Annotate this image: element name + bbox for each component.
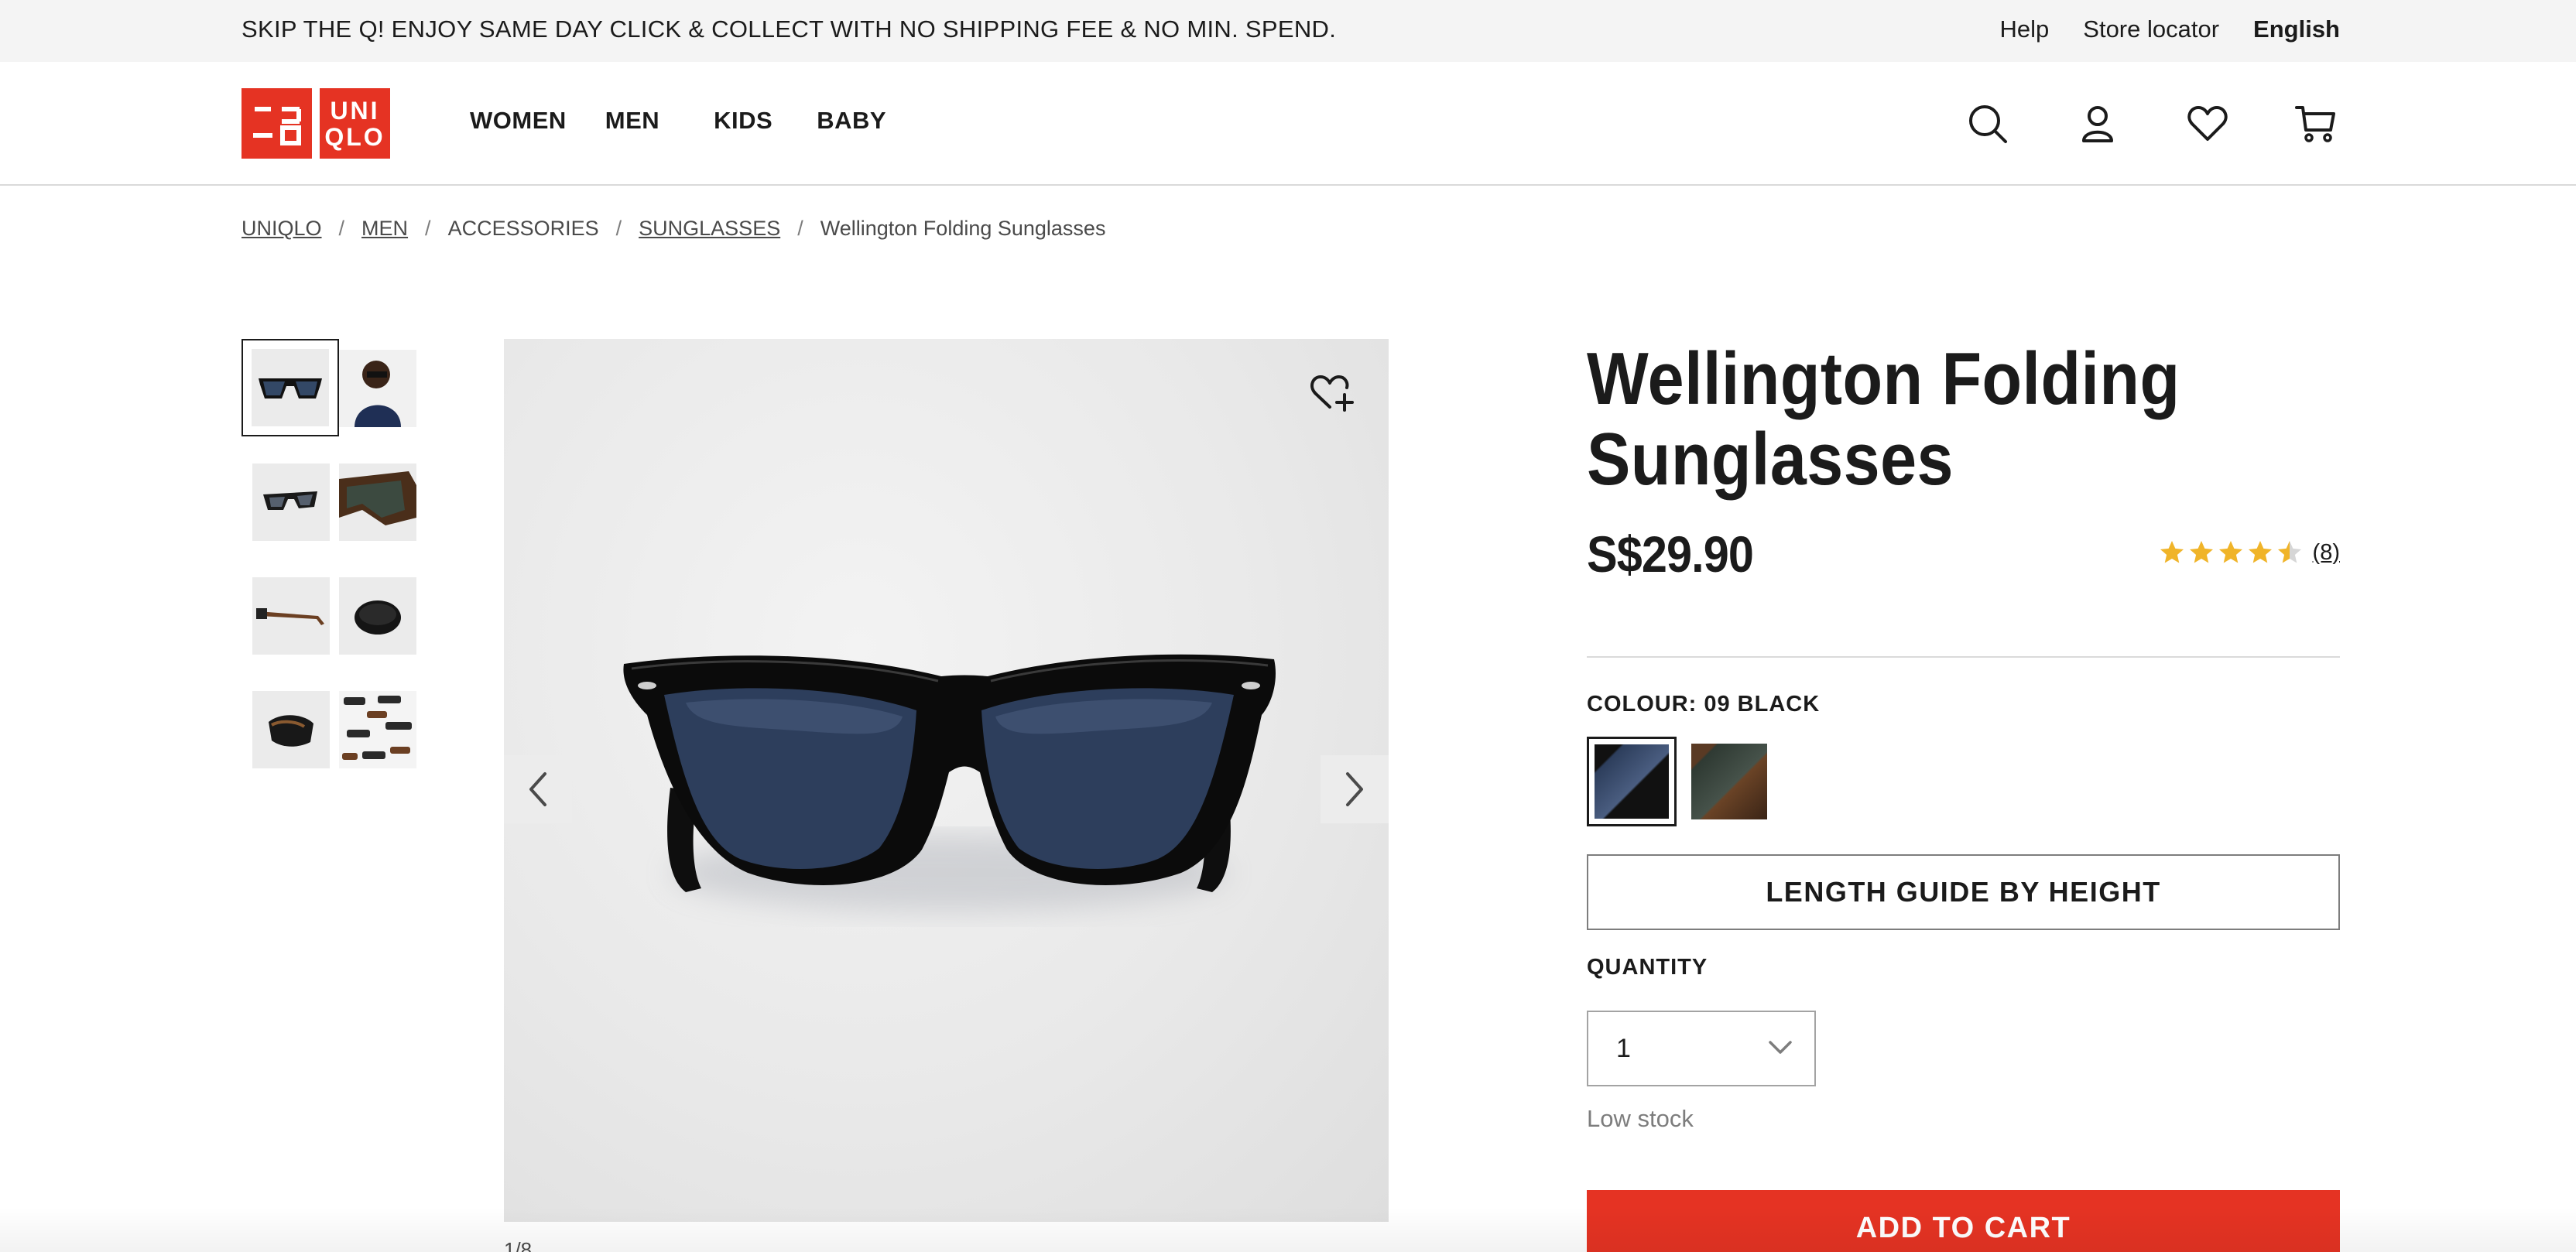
- sunglasses-image: [623, 654, 1276, 912]
- uniqlo-logo[interactable]: UNI QLO: [242, 88, 390, 159]
- site-header: UNI QLO WOMEN MEN KIDS BABY: [0, 62, 2576, 186]
- stock-status: Low stock: [1587, 1105, 1694, 1132]
- colour-swatches: [1587, 737, 1774, 826]
- logo-katakana-icon: [252, 106, 301, 145]
- breadcrumb-uniqlo[interactable]: UNIQLO: [242, 217, 322, 241]
- main-product-image[interactable]: [504, 339, 1389, 1222]
- star-icon: [2248, 541, 2272, 563]
- logo-line-2: QLO: [324, 122, 385, 151]
- product-price: S$29.90: [1587, 525, 1754, 583]
- help-link[interactable]: Help: [2000, 15, 2050, 43]
- colour-swatch-brown[interactable]: [1684, 737, 1774, 826]
- quantity-value: 1: [1616, 1033, 1631, 1063]
- thumbnail-7-folded-side[interactable]: [252, 691, 330, 768]
- colour-swatch-black[interactable]: [1587, 737, 1677, 826]
- thumbnail-8-lineup[interactable]: [339, 691, 416, 768]
- promo-text: SKIP THE Q! ENJOY SAME DAY CLICK & COLLE…: [242, 15, 1337, 43]
- nav-baby[interactable]: BABY: [817, 107, 886, 135]
- nav-men[interactable]: MEN: [605, 107, 659, 135]
- cart-icon[interactable]: [2294, 102, 2338, 145]
- thumbnail-gallery: [242, 339, 427, 794]
- breadcrumb-sunglasses[interactable]: SUNGLASSES: [639, 217, 780, 241]
- thumbnail-3-angle[interactable]: [252, 464, 330, 541]
- colour-label: COLOUR: 09 BLACK: [1587, 692, 1821, 717]
- rating-stars: [2158, 539, 2304, 566]
- nav-women[interactable]: WOMEN: [470, 107, 567, 135]
- chevron-left-icon: [529, 772, 546, 806]
- quantity-label: QUANTITY: [1587, 955, 1708, 980]
- star-icon: [2189, 541, 2213, 563]
- store-locator-link[interactable]: Store locator: [2083, 15, 2219, 43]
- main-nav: WOMEN MEN KIDS BABY: [470, 107, 886, 135]
- logo-text-box: UNI QLO: [320, 88, 390, 159]
- breadcrumb-separator: /: [615, 217, 622, 240]
- logo-line-1: UNI: [330, 96, 380, 125]
- chevron-down-icon: [1769, 1041, 1792, 1054]
- price-row: S$29.90 (8): [1587, 525, 2340, 587]
- length-guide-button[interactable]: LENGTH GUIDE BY HEIGHT: [1587, 854, 2340, 930]
- review-count-link[interactable]: (8): [2313, 540, 2340, 566]
- star-icon: [2218, 541, 2242, 563]
- logo-katakana-box: [242, 88, 312, 159]
- header-actions: [1966, 102, 2338, 145]
- search-icon[interactable]: [1966, 102, 2009, 145]
- thumbnail-6-folded[interactable]: [339, 577, 416, 655]
- thumbnail-1-front-black[interactable]: [242, 339, 339, 436]
- product-info: Wellington Folding Sunglasses S$29.90 (8…: [1587, 337, 2340, 1252]
- star-icon: [2160, 541, 2184, 563]
- quantity-select[interactable]: 1: [1587, 1011, 1816, 1086]
- add-to-cart-button[interactable]: ADD TO CART: [1587, 1190, 2340, 1252]
- swatch-brown-image: [1691, 744, 1767, 819]
- swatch-black-image: [1595, 744, 1669, 819]
- wishlist-icon[interactable]: [2186, 102, 2229, 145]
- breadcrumb-accessories: ACCESSORIES: [447, 217, 599, 240]
- thumbnail-5-side[interactable]: [252, 577, 330, 655]
- previous-image-button[interactable]: [504, 755, 572, 823]
- breadcrumb-men[interactable]: MEN: [361, 217, 408, 241]
- breadcrumb-separator: /: [425, 217, 431, 240]
- star-half-icon: [2277, 541, 2301, 563]
- utility-links: Help Store locator English: [2000, 15, 2340, 43]
- product-title: Wellington Folding Sunglasses: [1587, 337, 2180, 501]
- heart-plus-icon: [1310, 375, 1354, 412]
- language-selector[interactable]: English: [2253, 15, 2340, 43]
- thumbnail-2-model[interactable]: [339, 350, 416, 427]
- image-counter: 1/8: [504, 1238, 533, 1252]
- nav-kids[interactable]: KIDS: [714, 107, 772, 135]
- section-divider: [1587, 656, 2340, 658]
- breadcrumb-separator: /: [338, 217, 345, 240]
- account-icon[interactable]: [2076, 102, 2119, 145]
- breadcrumb-separator: /: [797, 217, 803, 240]
- thumbnail-4-tortoise[interactable]: [339, 464, 416, 541]
- product-rating[interactable]: (8): [2158, 539, 2340, 566]
- promo-bar: SKIP THE Q! ENJOY SAME DAY CLICK & COLLE…: [0, 0, 2576, 62]
- add-to-wishlist-button[interactable]: [1309, 370, 1355, 416]
- next-image-button[interactable]: [1321, 755, 1389, 823]
- breadcrumb: UNIQLO / MEN / ACCESSORIES / SUNGLASSES …: [242, 217, 1105, 241]
- chevron-right-icon: [1346, 772, 1363, 806]
- breadcrumb-current: Wellington Folding Sunglasses: [820, 217, 1106, 240]
